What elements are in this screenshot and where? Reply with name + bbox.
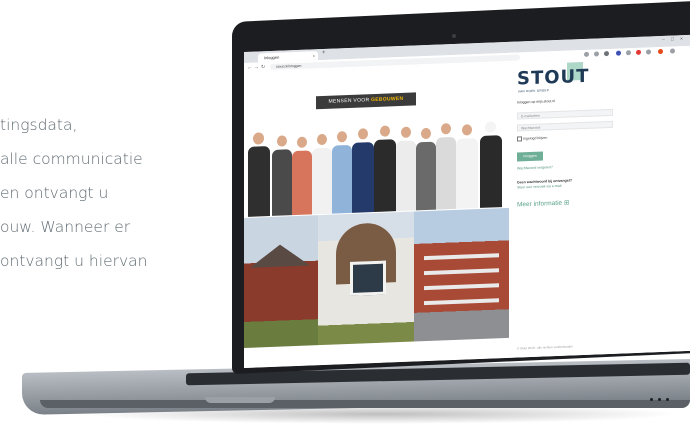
close-window-button[interactable]: × xyxy=(680,36,683,42)
login-intro: Inloggen op mijn.stout.nl xyxy=(517,99,555,105)
checkbox-icon[interactable] xyxy=(517,136,522,142)
remember-label: Ingelogd blijven xyxy=(523,135,548,141)
page-footer: © Stout 2019 - alle rechten voorbehouden xyxy=(517,344,573,351)
person-figure xyxy=(374,139,396,213)
person-figure xyxy=(480,135,502,208)
request-link[interactable]: Stuur een verzoek via e-mail xyxy=(517,184,561,190)
extension-icon[interactable] xyxy=(594,51,599,57)
port-icon xyxy=(650,398,653,401)
extension-icon[interactable] xyxy=(626,50,631,56)
person-figure xyxy=(456,138,478,209)
person-figure xyxy=(352,142,374,213)
building-photo-brick-houses xyxy=(244,215,318,348)
balcony-shape xyxy=(424,268,499,276)
hero-section: MENSEN VOOR GEBOUWEN xyxy=(244,62,509,217)
banner-highlight: GEBOUWEN xyxy=(371,95,404,104)
person-head xyxy=(421,127,431,140)
reload-icon[interactable]: ↻ xyxy=(261,64,265,70)
login-panel: STOUT VAN HOEK GROEP Inloggen op mijn.st… xyxy=(509,55,690,358)
person-head xyxy=(441,123,451,135)
tab-title: Inloggen xyxy=(264,54,280,61)
web-page: MENSEN VOOR GEBOUWEN STOUT VAN HOEK GROE… xyxy=(244,55,690,369)
forward-icon[interactable]: → xyxy=(254,64,259,70)
person-head xyxy=(277,135,287,147)
person-head xyxy=(337,131,347,143)
banner-text: MENSEN VOOR xyxy=(328,97,372,105)
forgot-password-link[interactable]: Wachtwoord vergeten? xyxy=(517,165,553,170)
person-figure xyxy=(396,140,416,212)
person-head xyxy=(253,132,264,145)
extension-icon[interactable] xyxy=(616,50,621,56)
laptop-mockup: Inloggen × + – □ × ← → ↻ stout.nl/inlogg… xyxy=(0,0,690,436)
balcony-shape xyxy=(424,253,499,261)
close-icon[interactable]: × xyxy=(313,51,315,60)
hero-banner: MENSEN VOOR GEBOUWEN xyxy=(316,92,416,110)
menu-icon[interactable] xyxy=(670,48,675,54)
laptop-notch xyxy=(205,397,275,403)
extension-icon[interactable] xyxy=(584,51,589,57)
window-shape xyxy=(350,260,386,296)
roof-shape xyxy=(250,243,310,268)
helmet-icon xyxy=(485,121,496,133)
building-photos xyxy=(244,207,509,348)
person-figure xyxy=(272,149,292,216)
person-figure xyxy=(292,150,312,216)
logo-subtitle: VAN HOEK GROEP xyxy=(518,88,550,94)
port-icon xyxy=(666,398,669,401)
profile-icon[interactable] xyxy=(658,48,663,55)
minimize-button[interactable]: – xyxy=(662,37,665,43)
person-head xyxy=(358,128,368,140)
back-icon[interactable]: ← xyxy=(247,65,252,71)
person-head xyxy=(462,124,472,136)
team-photo xyxy=(244,117,509,217)
remember-checkbox[interactable]: Ingelogd blijven xyxy=(517,135,548,142)
person-figure xyxy=(332,144,352,214)
balcony-shape xyxy=(424,283,499,291)
port-icon xyxy=(658,398,661,401)
camera-icon xyxy=(452,34,456,38)
stout-logo[interactable]: STOUT xyxy=(517,66,589,90)
extension-icon[interactable] xyxy=(636,49,641,55)
extension-icon[interactable] xyxy=(604,50,609,57)
password-field[interactable]: Wachtwoord xyxy=(517,120,613,132)
person-figure xyxy=(248,146,270,217)
building-photo-curved-roof xyxy=(318,211,414,346)
new-tab-button[interactable]: + xyxy=(322,50,326,56)
maximize-button[interactable]: □ xyxy=(671,36,674,42)
person-figure xyxy=(436,136,456,210)
building-photo-apartments xyxy=(414,207,509,342)
person-head xyxy=(317,133,327,146)
more-info-link[interactable]: Meer informatie ⊞ xyxy=(517,198,569,208)
balcony-shape xyxy=(424,298,499,306)
extension-icon[interactable] xyxy=(646,49,651,55)
laptop-front-edge xyxy=(40,400,690,408)
person-head xyxy=(297,136,307,148)
person-figure xyxy=(312,147,332,215)
person-figure xyxy=(416,141,436,211)
laptop-screen: Inloggen × + – □ × ← → ↻ stout.nl/inlogg… xyxy=(244,34,690,369)
person-head xyxy=(401,126,411,138)
login-button[interactable]: Inloggen xyxy=(517,151,543,162)
person-head xyxy=(380,125,390,137)
email-field[interactable]: E-mailadres xyxy=(517,108,613,120)
